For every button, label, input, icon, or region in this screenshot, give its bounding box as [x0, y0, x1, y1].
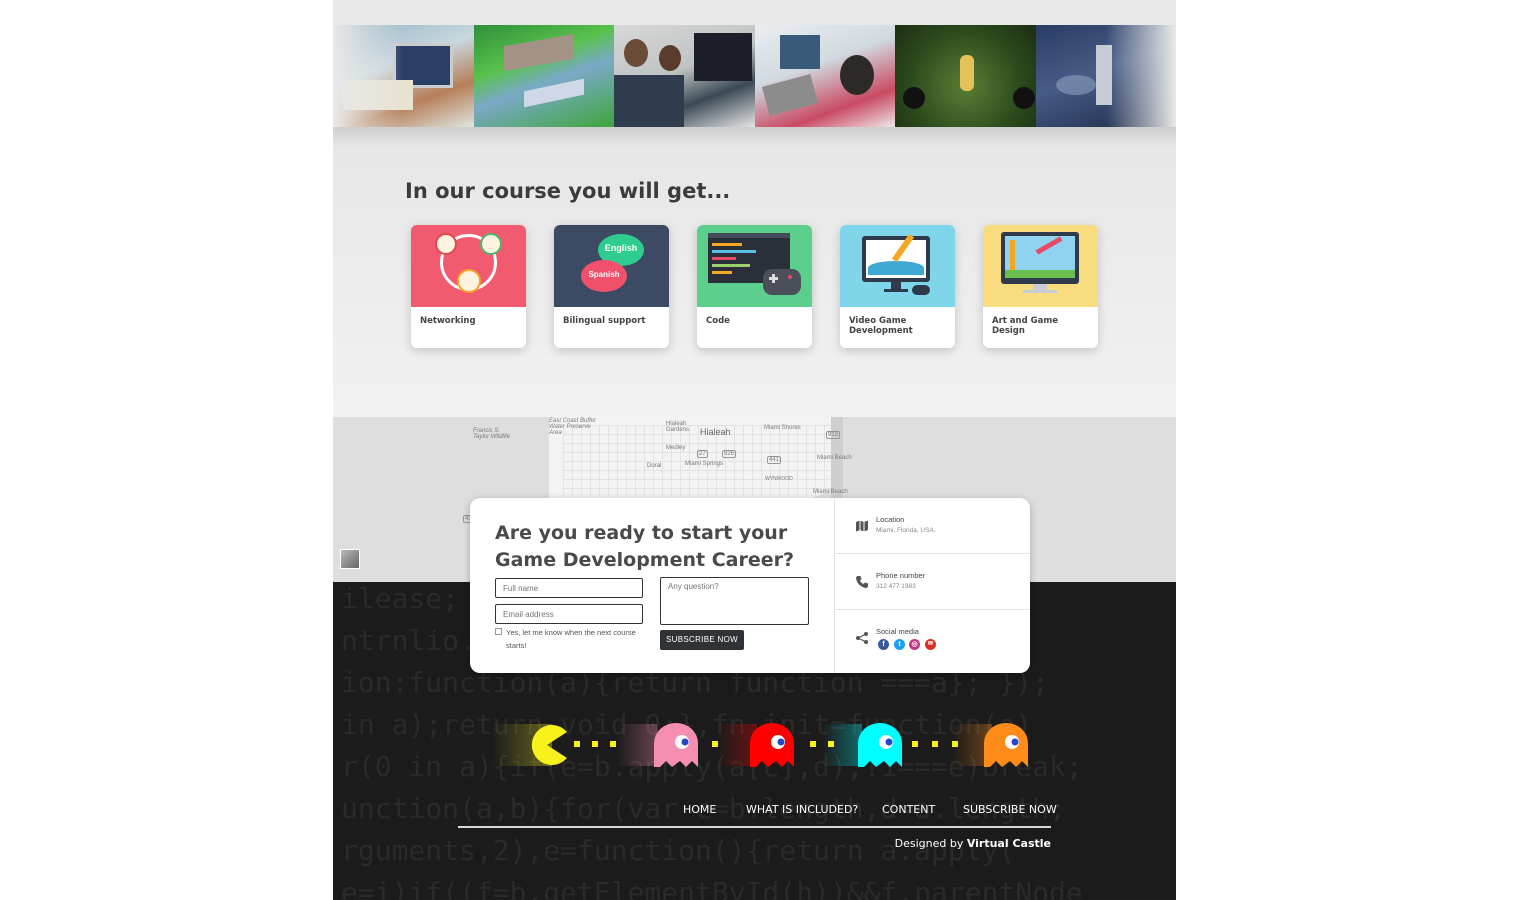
- code-background-line: e=i)if((f=b.getElementById(h))&&f.parent…: [341, 876, 1083, 900]
- email-icon[interactable]: ✉: [925, 639, 936, 650]
- nav-subscribe-now[interactable]: SUBSCRIBE NOW: [963, 803, 1057, 816]
- pellet: [952, 741, 958, 747]
- ghost-cyan-icon: [858, 723, 902, 767]
- code-editor-icon: [697, 225, 812, 307]
- nav-home[interactable]: HOME: [683, 803, 716, 816]
- pellet: [810, 741, 816, 747]
- feature-card-code[interactable]: Code: [697, 225, 812, 348]
- bubble-spanish: Spanish: [588, 270, 620, 279]
- street-view-pegman-icon[interactable]: [340, 549, 360, 569]
- features-title: In our course you will get...: [405, 179, 731, 203]
- pellet: [592, 741, 598, 747]
- hero-fade-left: [333, 25, 403, 127]
- feature-card-label: Art and Game Design: [992, 316, 1058, 336]
- notify-checkbox[interactable]: [495, 628, 502, 635]
- credit-prefix: Designed by: [894, 837, 967, 850]
- full-name-input[interactable]: [495, 578, 643, 598]
- credit-link[interactable]: Virtual Castle: [967, 837, 1051, 850]
- ghost-trail: [617, 724, 657, 766]
- hero-photo-game-castle: [473, 25, 614, 127]
- map-label: Miami Springs: [685, 461, 724, 467]
- pellet: [574, 741, 580, 747]
- speech-bubbles-icon: English Spanish: [554, 225, 669, 307]
- bubble-english: English: [604, 243, 638, 253]
- feature-card-bilingual[interactable]: English Spanish Bilingual support: [554, 225, 669, 348]
- facebook-icon[interactable]: f: [878, 639, 889, 650]
- map-road-shield: 826: [722, 450, 737, 458]
- feature-card-art-design[interactable]: Art and Game Design: [983, 225, 1098, 348]
- pellet: [828, 741, 834, 747]
- form-title: Are you ready to start your Game Develop…: [495, 522, 795, 571]
- map-label: Hialeah Gardens: [666, 421, 690, 433]
- map-label: Hialeah: [700, 427, 731, 437]
- ghost-red-icon: [750, 723, 794, 767]
- feature-card-label: Video Game Development: [849, 316, 913, 336]
- phone-label: Phone number: [876, 571, 926, 580]
- map-label: Francis S. Taylor Wildlife: [473, 428, 511, 440]
- hero-photo-students-coding: [614, 25, 755, 127]
- pellet: [712, 741, 718, 747]
- map-label: WYNWOOD: [765, 476, 793, 482]
- code-background-line: ilease;: [341, 582, 460, 615]
- map-road-shield: 441: [767, 456, 782, 464]
- map-label: Miami Beach: [813, 489, 848, 495]
- hero-fade-right: [1106, 25, 1176, 127]
- design-monitor-icon: [983, 225, 1098, 307]
- pellet: [932, 741, 938, 747]
- map-label: Miami Shores: [764, 425, 801, 431]
- footer-divider: [458, 826, 1051, 828]
- phone-icon: [856, 576, 868, 588]
- feature-card-label: Code: [706, 316, 730, 326]
- hero-photo-strip: [333, 25, 1176, 127]
- map-road-shield: 27: [697, 450, 708, 458]
- map-label: Doral: [647, 463, 662, 469]
- hero-photo-game-forest: [895, 25, 1036, 127]
- hero-photo-boy-tablet: [754, 25, 895, 127]
- contact-phone: Phone number 312 477 1983: [835, 554, 1030, 610]
- location-value: Miami, Florida, USA.: [876, 527, 936, 534]
- pellet: [912, 741, 918, 747]
- ghost-orange-icon: [984, 723, 1028, 767]
- feature-card-video-game-dev[interactable]: Video Game Development: [840, 225, 955, 348]
- nav-what-is-included[interactable]: WHAT IS INCLUDED?: [746, 803, 858, 816]
- location-label: Location: [876, 515, 905, 524]
- email-input[interactable]: [495, 604, 643, 624]
- subscribe-button[interactable]: SUBSCRIBE NOW: [660, 630, 744, 650]
- social-label: Social media: [876, 627, 919, 636]
- code-background-line: ntrnlio.: [341, 624, 476, 657]
- hero-shadow: [333, 127, 1176, 147]
- map-label: Medley: [666, 445, 686, 451]
- footer-credit: Designed by Virtual Castle: [835, 837, 1051, 850]
- map-icon: [856, 520, 868, 532]
- pacman-icon: [531, 725, 567, 765]
- share-icon: [856, 632, 868, 644]
- contact-social: Social media f t ◎ ✉: [835, 610, 1030, 666]
- question-textarea[interactable]: [660, 577, 809, 625]
- feature-card-label: Networking: [420, 316, 476, 326]
- instagram-icon[interactable]: ◎: [909, 639, 920, 650]
- pacman-decoration: [492, 722, 1032, 768]
- phone-value: 312 477 1983: [876, 583, 916, 590]
- feature-card-networking[interactable]: Networking: [411, 225, 526, 348]
- subscribe-form-card: Are you ready to start your Game Develop…: [470, 498, 1030, 673]
- map-label: Miami Beach: [817, 455, 852, 461]
- monitor-gamepad-icon: [840, 225, 955, 307]
- feature-card-label: Bilingual support: [563, 316, 646, 326]
- notify-checkbox-label: Yes, let me know when the next course st…: [506, 628, 636, 650]
- twitter-icon[interactable]: t: [894, 639, 905, 650]
- map-label: East Coast Buffer Water Preserve Area: [549, 418, 597, 436]
- ghost-pink-icon: [654, 723, 698, 767]
- map-road-shield: 913: [826, 431, 841, 439]
- pellet: [610, 741, 616, 747]
- nav-content[interactable]: CONTENT: [882, 803, 935, 816]
- contact-location: Location Miami, Florida, USA.: [835, 498, 1030, 554]
- networking-icon: [411, 225, 526, 307]
- features-section: In our course you will get... Networking…: [333, 127, 1176, 417]
